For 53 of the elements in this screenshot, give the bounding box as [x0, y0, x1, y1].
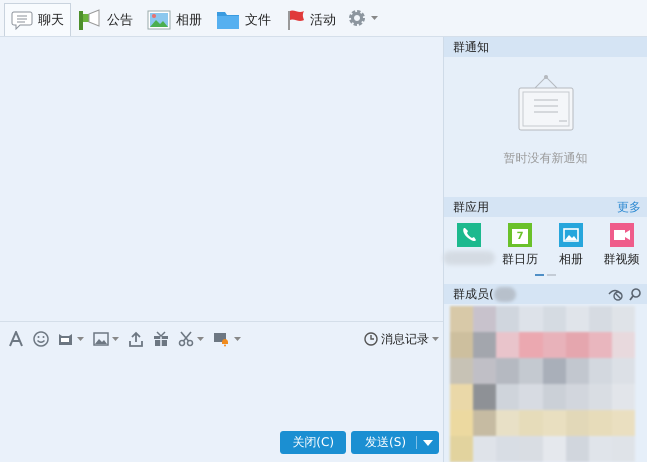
panel-title: 群应用 [453, 198, 489, 216]
message-input-area[interactable]: 关闭(C) 发送(S) [0, 356, 443, 462]
toolbar-tab[interactable]: 文件 [209, 3, 278, 36]
caret-icon[interactable] [423, 440, 433, 446]
folder-icon [216, 10, 240, 30]
toolbar-tab[interactable]: 活动 [278, 3, 343, 36]
caret-icon[interactable] [371, 16, 378, 20]
font-tool[interactable] [8, 331, 24, 347]
settings-icon[interactable] [347, 8, 367, 28]
image-icon [93, 332, 109, 346]
message-reminder-tool[interactable] [213, 331, 241, 347]
empty-notice-text: 暂时没有新通知 [504, 150, 588, 167]
panel-title: 群通知 [453, 38, 489, 56]
app-label[interactable]: 相册 [558, 251, 583, 268]
clock-icon [364, 332, 378, 346]
image-tool[interactable] [93, 332, 119, 346]
toolbar-tab[interactable]: 公告 [71, 3, 140, 36]
toolbar-tab[interactable]: 相册 [140, 3, 209, 36]
app-label[interactable]: 群视频 [604, 251, 640, 268]
cat-face-icon [58, 331, 74, 347]
gift-icon [153, 331, 169, 347]
close-button[interactable]: 关闭(C) [280, 431, 346, 454]
toolbar-tab[interactable]: 聊天 [4, 3, 71, 36]
video-app-icon[interactable] [610, 223, 634, 247]
photo-app-icon[interactable] [558, 223, 583, 247]
caret-icon[interactable] [77, 337, 84, 341]
chat-bell-icon [213, 331, 231, 347]
emoji-tool[interactable] [33, 331, 49, 347]
caret-icon[interactable] [234, 337, 241, 341]
screenshot-tool[interactable] [178, 331, 204, 347]
scissors-icon [178, 331, 194, 347]
font-icon [8, 331, 24, 347]
upload-tool[interactable] [128, 331, 144, 347]
eye-off-icon[interactable] [608, 288, 624, 300]
gift-tool[interactable] [153, 331, 169, 347]
blurred-count [494, 286, 516, 302]
smiley-icon [33, 331, 49, 347]
chat-bubble-icon [11, 10, 33, 30]
message-history-button[interactable]: 消息记录 [364, 330, 439, 348]
landscape-picture-icon [147, 10, 171, 30]
caret-icon[interactable] [112, 337, 119, 341]
phone-app-icon[interactable] [457, 223, 482, 247]
panel-title: 群成员( [453, 286, 494, 302]
upload-icon [128, 331, 144, 347]
app-label[interactable]: 群日历 [502, 251, 538, 268]
caret-icon[interactable] [197, 337, 204, 341]
send-button[interactable]: 发送(S) [351, 431, 439, 454]
flag-icon [285, 9, 305, 31]
notice-board-icon [516, 74, 574, 132]
megaphone-icon [78, 9, 102, 31]
search-icon[interactable] [629, 288, 641, 300]
caret-icon[interactable] [432, 337, 439, 341]
sticker-tool[interactable] [58, 331, 84, 347]
